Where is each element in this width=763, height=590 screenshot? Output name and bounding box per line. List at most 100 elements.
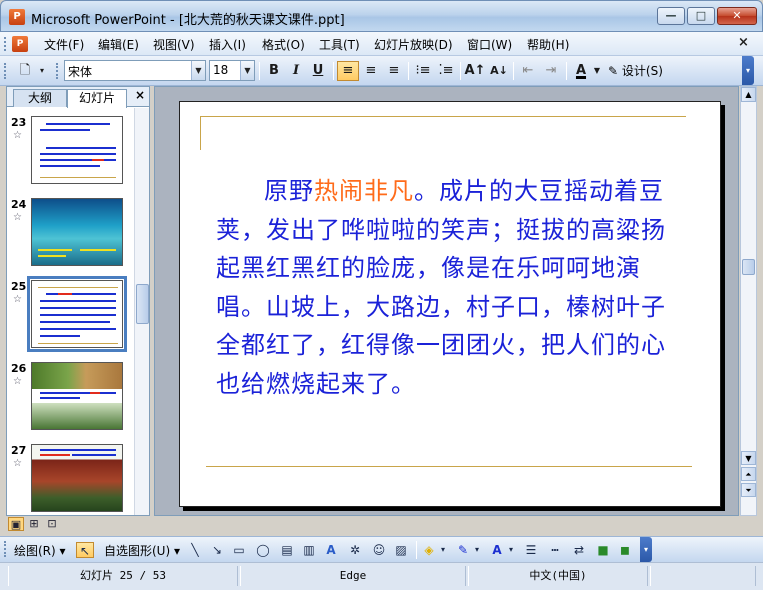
toolbar-separator bbox=[513, 62, 514, 80]
new-document-icon[interactable]: 🗋 bbox=[14, 61, 36, 81]
diagram-icon[interactable]: ✲ bbox=[346, 542, 364, 558]
slide-scrollbar[interactable]: ▲ ▼ ⏶ ⏷ bbox=[740, 86, 757, 516]
slide-thumbnail[interactable] bbox=[31, 362, 123, 430]
toolbar-options-chevron-icon[interactable]: ▾ bbox=[640, 537, 652, 562]
draw-label: 绘图(R) bbox=[14, 544, 56, 558]
document-close-icon[interactable]: × bbox=[738, 35, 749, 50]
toolbar-separator bbox=[259, 62, 260, 80]
line-color-icon[interactable]: ✎ bbox=[454, 542, 472, 558]
dash-style-icon[interactable]: ┅ bbox=[546, 542, 564, 558]
previous-slide-icon[interactable]: ⏶ bbox=[741, 467, 756, 481]
menu-insert[interactable]: 插入(I) bbox=[209, 36, 246, 53]
toolbar-grip-2[interactable] bbox=[56, 63, 59, 79]
toolbar-options-chevron-icon[interactable]: ▾ bbox=[742, 56, 754, 85]
align-center-button[interactable]: ≡ bbox=[360, 61, 382, 81]
design-button[interactable]: ✎ 设计(S) bbox=[608, 61, 663, 81]
menu-file[interactable]: 文件(F) bbox=[44, 36, 84, 53]
font-color-icon[interactable]: A bbox=[488, 542, 506, 558]
toolbar-separator bbox=[333, 62, 334, 80]
menu-slideshow[interactable]: 幻灯片放映(D) bbox=[374, 36, 453, 53]
textbox-icon[interactable]: ▤ bbox=[278, 542, 296, 558]
align-right-button[interactable]: ≡ bbox=[383, 61, 405, 81]
numbering-button[interactable]: ⁝≡ bbox=[412, 61, 434, 81]
decrease-indent-button[interactable]: ⇤ bbox=[517, 61, 539, 81]
scroll-down-icon[interactable]: ▼ bbox=[741, 451, 756, 465]
picture-icon[interactable]: ▨ bbox=[392, 542, 410, 558]
menu-edit[interactable]: 编辑(E) bbox=[98, 36, 139, 53]
scrollbar-thumb[interactable] bbox=[136, 284, 149, 324]
chevron-down-icon[interactable]: ▾ bbox=[472, 542, 482, 558]
design-icon: ✎ bbox=[608, 64, 619, 78]
animation-star-icon: ☆ bbox=[13, 212, 22, 223]
menu-help[interactable]: 帮助(H) bbox=[527, 36, 569, 53]
vertical-textbox-icon[interactable]: ▥ bbox=[300, 542, 318, 558]
slide-number: 23 bbox=[11, 116, 27, 129]
scroll-up-icon[interactable]: ▲ bbox=[741, 87, 756, 102]
font-color-button[interactable]: A bbox=[570, 61, 592, 81]
arrow-style-icon[interactable]: ⇄ bbox=[570, 542, 588, 558]
3d-style-icon[interactable]: ◼ bbox=[616, 542, 634, 558]
bullets-button[interactable]: ⁚≡ bbox=[435, 61, 457, 81]
minimize-button[interactable]: — bbox=[657, 7, 685, 25]
shadow-style-icon[interactable]: ■ bbox=[594, 542, 612, 558]
autoshapes-button[interactable]: 自选图形(U) ▾ bbox=[104, 542, 180, 559]
wordart-icon[interactable]: A bbox=[322, 542, 340, 558]
increase-font-button[interactable]: A↑ bbox=[464, 61, 486, 81]
close-button[interactable]: ✕ bbox=[717, 7, 757, 25]
tab-slides[interactable]: 幻灯片 bbox=[67, 89, 127, 108]
normal-view-icon[interactable]: ▣ bbox=[8, 517, 24, 531]
toolbar-grip[interactable] bbox=[4, 63, 7, 79]
arrow-icon[interactable]: ↘ bbox=[208, 542, 226, 558]
increase-indent-button[interactable]: ⇥ bbox=[540, 61, 562, 81]
select-objects-icon[interactable]: ↖ bbox=[76, 542, 94, 558]
chevron-down-icon[interactable]: ▾ bbox=[506, 542, 516, 558]
thumbnail-scrollbar[interactable] bbox=[134, 108, 149, 515]
chevron-down-icon[interactable]: ▾ bbox=[438, 542, 448, 558]
decrease-font-button[interactable]: A↓ bbox=[488, 61, 510, 81]
menu-window[interactable]: 窗口(W) bbox=[467, 36, 512, 53]
italic-button[interactable]: I bbox=[285, 61, 307, 81]
slide-thumbnail[interactable] bbox=[31, 444, 123, 512]
tab-outline[interactable]: 大纲 bbox=[13, 89, 67, 107]
slide-sorter-view-icon[interactable]: ⊞ bbox=[26, 517, 42, 531]
slide-body-text[interactable]: 原野热闹非凡。成片的大豆摇动着豆荚，发出了哗啦啦的笑声；挺拔的高粱扬起黑红黑红的… bbox=[216, 172, 686, 403]
slide-thumbnail[interactable] bbox=[31, 116, 123, 184]
font-name-combo[interactable]: 宋体 ▼ bbox=[64, 60, 206, 81]
increase-indent-icon: ⇥ bbox=[545, 63, 557, 78]
underline-button[interactable]: U bbox=[307, 61, 329, 81]
chevron-down-icon[interactable]: ▼ bbox=[191, 61, 205, 80]
slide-top-corner-rule bbox=[200, 116, 201, 150]
document-icon[interactable]: P bbox=[12, 36, 28, 52]
clipart-icon[interactable]: ☺ bbox=[370, 542, 388, 558]
numbering-icon: ⁝≡ bbox=[415, 63, 431, 78]
toolbar-options-icon[interactable]: ▾ bbox=[36, 61, 48, 81]
powerpoint-app-icon[interactable]: P bbox=[9, 9, 25, 25]
rectangle-icon[interactable]: ▭ bbox=[230, 542, 248, 558]
chevron-down-icon[interactable]: ▼ bbox=[591, 61, 603, 81]
autoshape-label: 自选图形(U) bbox=[104, 544, 171, 558]
chevron-down-icon[interactable]: ▼ bbox=[240, 61, 254, 80]
status-language: 中文(中国) bbox=[468, 566, 648, 586]
fill-color-icon[interactable]: ◈ bbox=[420, 542, 438, 558]
menu-format[interactable]: 格式(O) bbox=[262, 36, 305, 53]
draw-menu-button[interactable]: 绘图(R) ▾ bbox=[14, 542, 66, 559]
maximize-button[interactable]: □ bbox=[687, 7, 715, 25]
line-style-icon[interactable]: ☰ bbox=[522, 542, 540, 558]
current-slide[interactable]: 原野热闹非凡。成片的大豆摇动着豆荚，发出了哗啦啦的笑声；挺拔的高粱扬起黑红黑红的… bbox=[179, 101, 721, 507]
slide-thumbnail-selected[interactable] bbox=[27, 276, 127, 352]
toolbar-grip[interactable] bbox=[4, 541, 7, 557]
increase-font-icon: A↑ bbox=[464, 63, 486, 78]
line-icon[interactable]: ╲ bbox=[186, 542, 204, 558]
font-size-combo[interactable]: 18 ▼ bbox=[209, 60, 255, 81]
slide-thumbnail[interactable] bbox=[31, 198, 123, 266]
bold-button[interactable]: B bbox=[263, 61, 285, 81]
slideshow-view-icon[interactable]: ⊡ bbox=[44, 517, 60, 531]
align-left-button[interactable]: ≡ bbox=[337, 61, 359, 81]
menu-view[interactable]: 视图(V) bbox=[153, 36, 195, 53]
oval-icon[interactable]: ◯ bbox=[254, 542, 272, 558]
scrollbar-thumb[interactable] bbox=[742, 259, 755, 275]
menu-tools[interactable]: 工具(T) bbox=[319, 36, 360, 53]
panel-close-icon[interactable]: × bbox=[135, 88, 145, 102]
menu-grip[interactable] bbox=[4, 37, 7, 51]
next-slide-icon[interactable]: ⏷ bbox=[741, 483, 756, 497]
